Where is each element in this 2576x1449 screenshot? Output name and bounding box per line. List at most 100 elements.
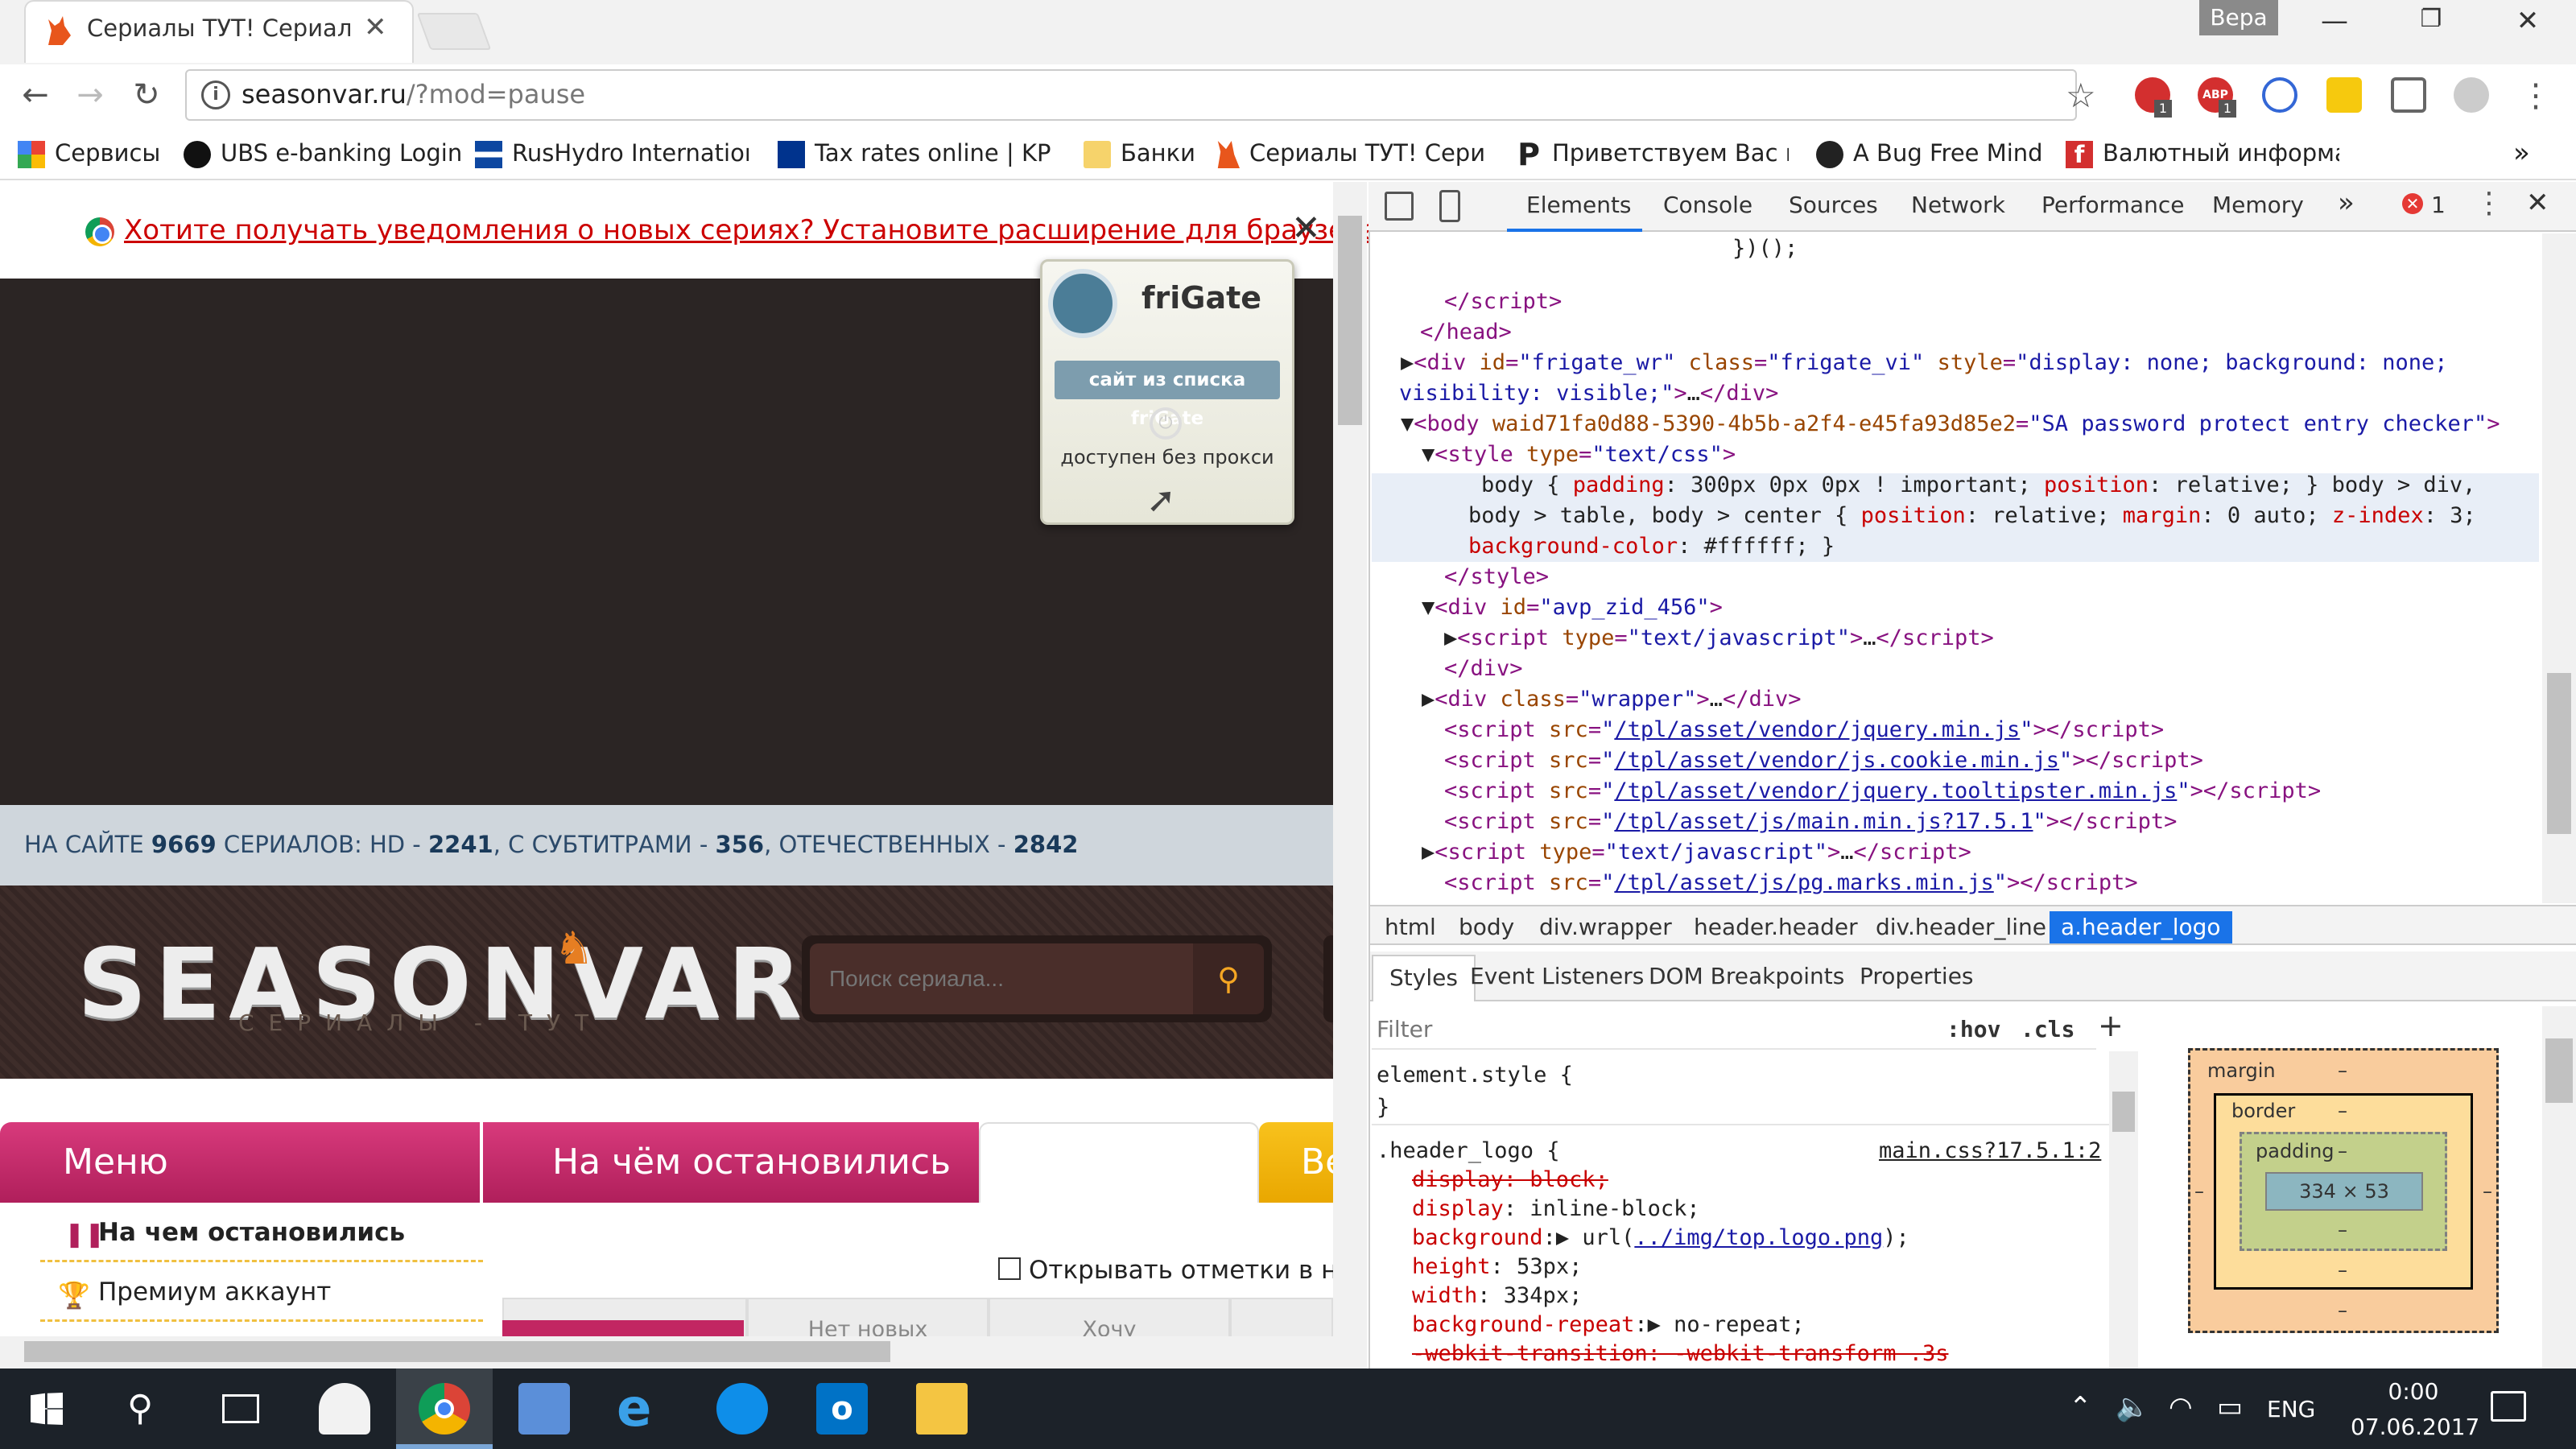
chrome-menu-icon[interactable]: ⋮ [2520,77,2552,114]
devtools-tab-network[interactable]: Network [1911,192,2005,218]
breadcrumb-div-wrapper[interactable]: div.wrapper [1528,911,1683,943]
styles-tab[interactable]: Styles [1372,955,1476,1001]
file-explorer-icon[interactable] [916,1383,968,1435]
dom-line[interactable]: <script src="/tpl/asset/vendor/js.cookie… [1444,745,2203,776]
box-model-content[interactable]: 334 × 53 [2265,1172,2423,1211]
class-toggle[interactable]: .cls [2021,1016,2074,1042]
search-taskbar-icon[interactable]: ⚲ [127,1388,153,1429]
dom-line[interactable]: ▼<style type="text/css"> [1422,440,1736,470]
css-rule-line[interactable]: height: 53px; [1412,1253,1582,1282]
dom-line[interactable]: <script src="/tpl/asset/vendor/jquery.to… [1444,776,2321,807]
extension-grey-icon[interactable] [2454,77,2489,113]
box-model-vertical-scroll-thumb[interactable] [2545,1038,2573,1103]
rule-source-link[interactable]: main.css?17.5.1:2 [1879,1137,2101,1166]
bookmark-apps[interactable]: Сервисы [18,135,160,171]
breadcrumb-div-header-line[interactable]: div.header_line [1864,911,2058,943]
open-marks-checkbox[interactable] [998,1257,1021,1280]
tab-blank[interactable] [979,1122,1259,1203]
dom-line[interactable]: <script src="/tpl/asset/vendor/jquery.mi… [1444,715,2164,745]
devtools-menu-icon[interactable]: ⋮ [2475,187,2504,220]
teamviewer-icon[interactable] [716,1383,768,1435]
extension-m-icon[interactable] [2391,77,2426,113]
restore-icon[interactable]: ❐ [2407,5,2455,33]
css-rule-line[interactable]: element.style { [1377,1061,1573,1090]
properties-tab[interactable]: Properties [1860,963,1974,989]
page-horizontal-scroll-thumb[interactable] [24,1341,890,1362]
tab-stopped[interactable]: На чём остановились [483,1122,979,1203]
outlook-icon[interactable]: o [816,1383,868,1435]
dom-line[interactable]: ▶<div class="wrapper">…</div> [1422,684,1801,715]
extension-blue-icon[interactable] [2262,77,2297,113]
search-icon[interactable]: ⚲ [1193,943,1264,1014]
dom-line[interactable]: </style> [1444,562,1549,592]
dom-line[interactable]: ▶<div id="frigate_wr" class="frigate_vi"… [1401,348,2448,378]
dom-line[interactable]: <script src="/tpl/asset/js/main.min.js?1… [1444,807,2177,837]
breadcrumb-header[interactable]: header.header [1682,911,1869,943]
close-tab-icon[interactable]: ✕ [364,11,387,43]
error-count[interactable]: 1 [2431,192,2446,218]
close-notification-icon[interactable]: ✕ [1291,208,1321,249]
side-menu-premium[interactable]: Премиум аккаунт [40,1262,483,1322]
dom-line[interactable]: })(); [1732,233,1798,264]
bookmark-rushydro[interactable]: RusHydro Internationa [475,135,749,171]
volume-icon[interactable]: 🔈 [2116,1391,2149,1423]
tray-chevron-icon[interactable]: ⌃ [2069,1391,2092,1423]
css-rule-line[interactable]: .header_logo { [1377,1137,1560,1166]
bookmark-seasonvar[interactable]: Сериалы ТУТ! Сериал [1212,135,1486,171]
devtools-tab-performance[interactable]: Performance [2041,192,2184,218]
breadcrumb-a-header-logo[interactable]: a.header_logo [2050,911,2232,943]
dom-line[interactable]: ▶<script type="text/javascript">…</scrip… [1444,623,1994,654]
page-vertical-scroll-thumb[interactable] [1338,216,1362,425]
event-listeners-tab[interactable]: Event Listeners [1470,963,1644,989]
css-rules[interactable]: element.style { } .header_logo { main.cs… [1372,1051,2120,1368]
devtools-tab-console[interactable]: Console [1663,192,1752,218]
bookmark-valyuta[interactable]: f Валютный информат [2066,135,2339,171]
bookmark-star-icon[interactable]: ☆ [2066,76,2096,115]
dom-line[interactable]: ▼<div id="avp_zid_456"> [1422,592,1723,623]
clock-date[interactable]: 07.06.2017 [2351,1414,2479,1440]
css-rule-line[interactable]: display: inline-block; [1412,1195,1700,1224]
remote-desktop-icon[interactable] [518,1383,570,1435]
back-icon[interactable]: ← [11,71,60,119]
breadcrumb-body[interactable]: body [1447,911,1525,943]
css-rule-line[interactable]: -webkit-transition: -webkit-transform .3… [1412,1340,1948,1368]
dom-vertical-scroll-thumb[interactable] [2547,673,2571,834]
tab-orange[interactable]: Ве [1259,1122,1347,1203]
dom-line[interactable]: </script> [1444,287,1562,317]
dom-line[interactable]: body { padding: 300px 0px 0px ! importan… [1481,470,2475,501]
dom-tree[interactable]: })(); </script> </head> ▶<div id="frigat… [1370,233,2542,903]
reload-icon[interactable]: ↻ [122,71,171,119]
frigate-list-button[interactable]: сайт из списка friGate [1055,361,1280,429]
dom-line[interactable]: ▶<script type="text/javascript">…</scrip… [1422,837,1971,868]
dom-line[interactable]: ▼<body waid71fa0d88-5390-4b5b-a2f4-e45fa… [1401,409,2500,440]
bookmark-kpmg[interactable]: Tax rates online | KPM [778,135,1051,171]
wifi-icon[interactable]: ◠ [2169,1391,2193,1423]
bookmark-bugfreemind[interactable]: A Bug Free Mind [1816,135,2043,171]
css-rule-line[interactable]: } [1377,1093,1389,1122]
new-tab-button[interactable] [416,13,492,50]
profile-name-badge[interactable]: Вера [2199,0,2278,35]
site-info-icon[interactable]: i [201,80,230,109]
devtools-close-icon[interactable]: ✕ [2526,187,2549,219]
battery-icon[interactable]: ▭ [2217,1391,2243,1423]
dom-line[interactable]: </div> [1444,654,1523,684]
search-input[interactable] [810,943,1193,1014]
dom-line[interactable]: visibility: visible;">…</div> [1399,378,1778,409]
css-rule-line[interactable]: background:▶ url(../img/top.logo.png); [1412,1224,1909,1253]
bookmarks-overflow-icon[interactable]: » [2513,135,2530,171]
action-center-icon[interactable] [2491,1391,2526,1422]
side-menu-stopped[interactable]: На чем остановились [40,1203,483,1262]
dom-line[interactable]: <script src="/tpl/asset/js/pg.marks.min.… [1444,868,2138,898]
bookmark-privetstvuem[interactable]: P Приветствуем Вас на [1515,135,1789,171]
install-extension-link[interactable]: Хотите получать уведомления о новых сери… [124,214,1379,246]
extension-yellow-icon[interactable] [2326,77,2362,113]
minimize-icon[interactable]: — [2310,5,2359,37]
dom-line[interactable]: </head> [1420,317,1512,348]
clock-time[interactable]: 0:00 [2373,1378,2454,1405]
error-icon[interactable]: ✕ [2402,193,2423,214]
devtools-tab-sources[interactable]: Sources [1789,192,1878,218]
internet-explorer-icon[interactable]: e [617,1383,668,1435]
dom-breakpoints-tab[interactable]: DOM Breakpoints [1649,963,1844,989]
dom-line[interactable]: background-color: #ffffff; } [1468,531,1835,562]
inspect-element-icon[interactable] [1385,192,1414,221]
